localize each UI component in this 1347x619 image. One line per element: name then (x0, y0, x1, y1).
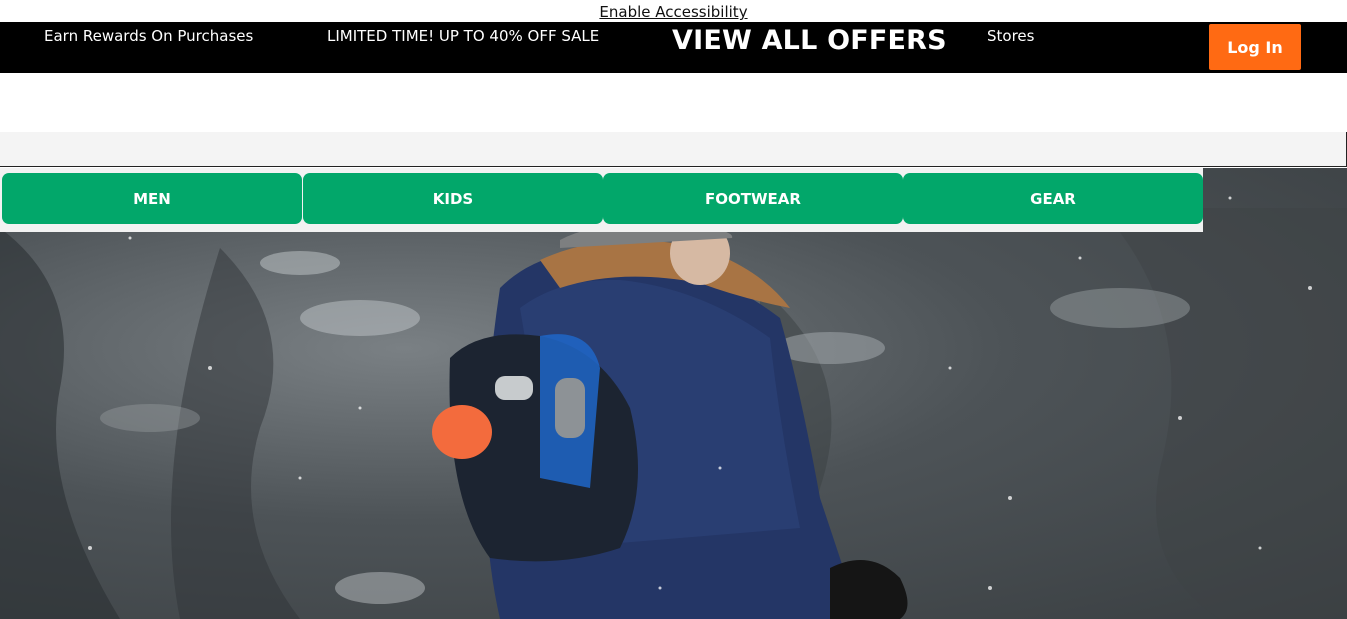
enable-accessibility-link[interactable]: Enable Accessibility (599, 3, 747, 21)
login-button[interactable]: Log In (1209, 24, 1301, 70)
hero-banner (0, 168, 1347, 619)
earn-rewards-link[interactable]: Earn Rewards On Purchases (44, 27, 253, 45)
category-nav: MEN KIDS FOOTWEAR GEAR (0, 168, 1203, 232)
category-kids-button[interactable]: KIDS (303, 173, 603, 224)
promo-bar: Earn Rewards On Purchases LIMITED TIME! … (0, 22, 1347, 73)
category-footwear-button[interactable]: FOOTWEAR (603, 173, 903, 224)
header-divider (0, 132, 1347, 167)
header-area (0, 73, 1347, 132)
limited-time-sale-link[interactable]: LIMITED TIME! UP TO 40% OFF SALE (327, 27, 599, 45)
category-men-button[interactable]: MEN (2, 173, 302, 224)
hero-image (0, 196, 1347, 619)
view-all-offers-link[interactable]: VIEW ALL OFFERS (672, 25, 947, 56)
category-gear-button[interactable]: GEAR (903, 173, 1203, 224)
stores-link[interactable]: Stores (987, 27, 1034, 45)
accessibility-bar: Enable Accessibility (0, 0, 1347, 22)
